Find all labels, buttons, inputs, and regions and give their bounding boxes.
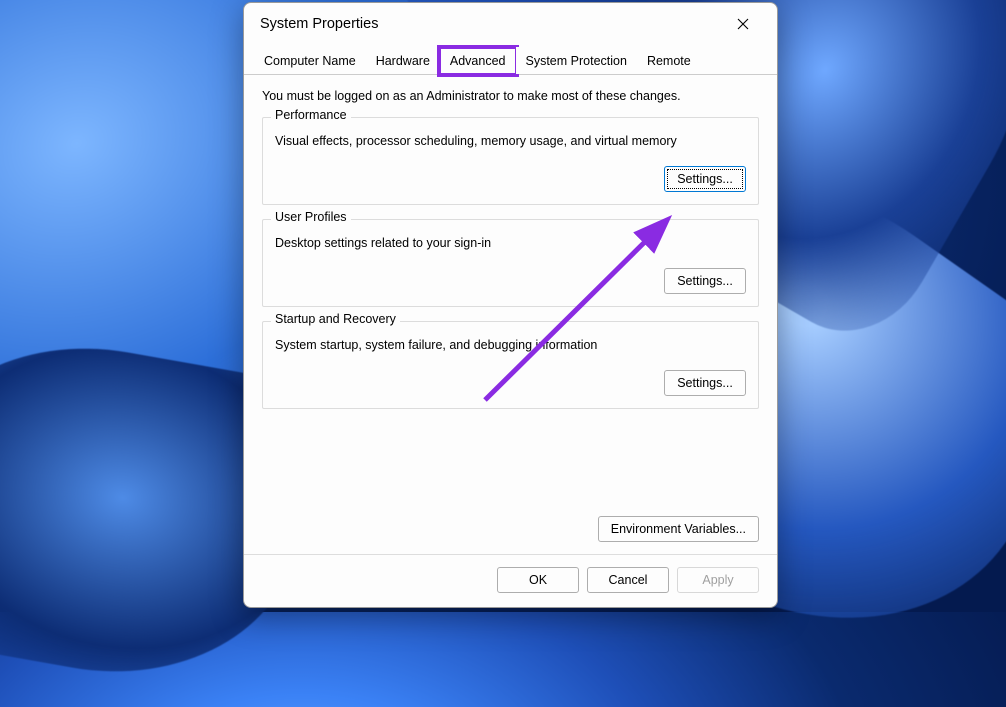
user-profiles-settings-button[interactable]: Settings... bbox=[664, 268, 746, 294]
close-button[interactable] bbox=[725, 11, 761, 37]
dialog-title: System Properties bbox=[260, 16, 378, 32]
tab-content-advanced: You must be logged on as an Administrato… bbox=[244, 75, 777, 512]
tab-advanced-label: Advanced bbox=[450, 54, 506, 68]
admin-notice: You must be logged on as an Administrato… bbox=[262, 89, 759, 103]
tab-strip: Computer Name Hardware Advanced System P… bbox=[244, 43, 777, 75]
tab-hardware[interactable]: Hardware bbox=[366, 47, 440, 74]
titlebar: System Properties bbox=[244, 3, 777, 43]
performance-settings-button[interactable]: Settings... bbox=[664, 166, 746, 192]
group-performance-legend: Performance bbox=[271, 108, 351, 122]
apply-button[interactable]: Apply bbox=[677, 567, 759, 593]
cancel-button[interactable]: Cancel bbox=[587, 567, 669, 593]
group-startup-desc: System startup, system failure, and debu… bbox=[275, 338, 746, 352]
ok-button[interactable]: OK bbox=[497, 567, 579, 593]
group-user-profiles-desc: Desktop settings related to your sign-in bbox=[275, 236, 746, 250]
environment-variables-button[interactable]: Environment Variables... bbox=[598, 516, 759, 542]
tab-computer-name[interactable]: Computer Name bbox=[254, 47, 366, 74]
group-startup-recovery: Startup and Recovery System startup, sys… bbox=[262, 321, 759, 409]
group-performance-desc: Visual effects, processor scheduling, me… bbox=[275, 134, 746, 148]
startup-settings-button[interactable]: Settings... bbox=[664, 370, 746, 396]
group-user-profiles-legend: User Profiles bbox=[271, 210, 351, 224]
tab-remote[interactable]: Remote bbox=[637, 47, 701, 74]
tab-advanced[interactable]: Advanced bbox=[440, 47, 516, 75]
tab-system-protection[interactable]: System Protection bbox=[516, 47, 637, 74]
close-icon bbox=[737, 18, 749, 30]
system-properties-dialog: System Properties Computer Name Hardware… bbox=[243, 2, 778, 608]
group-startup-legend: Startup and Recovery bbox=[271, 312, 400, 326]
dialog-footer: OK Cancel Apply bbox=[244, 554, 777, 607]
group-performance: Performance Visual effects, processor sc… bbox=[262, 117, 759, 205]
group-user-profiles: User Profiles Desktop settings related t… bbox=[262, 219, 759, 307]
